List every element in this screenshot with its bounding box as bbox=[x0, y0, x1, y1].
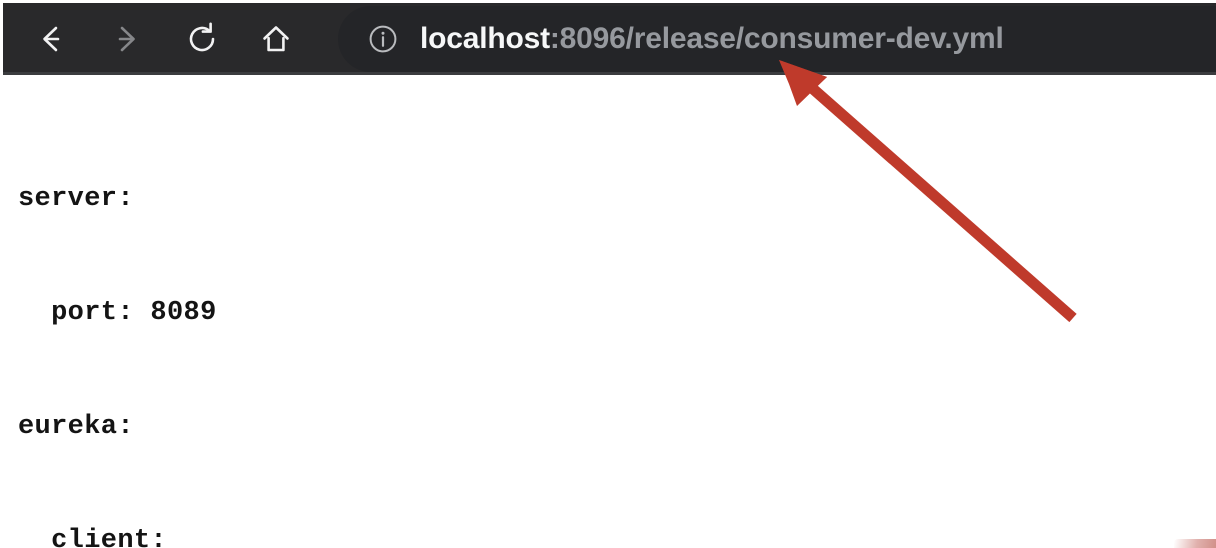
yaml-line: client: bbox=[18, 526, 167, 548]
forward-button[interactable] bbox=[95, 3, 157, 75]
browser-toolbar: localhost:8096/release/consumer-dev.yml bbox=[3, 3, 1216, 75]
yaml-line: port: 8089 bbox=[18, 298, 217, 328]
reload-icon bbox=[184, 21, 220, 57]
back-arrow-icon bbox=[34, 21, 70, 57]
forward-arrow-icon bbox=[108, 21, 144, 57]
yaml-line: eureka: bbox=[18, 412, 134, 442]
back-button[interactable] bbox=[21, 3, 83, 75]
url-path: :8096/release/consumer-dev.yml bbox=[549, 22, 1004, 55]
reload-button[interactable] bbox=[171, 3, 233, 75]
yaml-line: server: bbox=[18, 184, 134, 214]
address-bar-url[interactable]: localhost:8096/release/consumer-dev.yml bbox=[420, 24, 1004, 54]
corner-artifact bbox=[1174, 539, 1216, 548]
browser-window: localhost:8096/release/consumer-dev.yml … bbox=[0, 0, 1216, 548]
yaml-document: server: port: 8089 eureka: client: servi… bbox=[18, 104, 813, 548]
home-button[interactable] bbox=[245, 3, 307, 75]
home-icon bbox=[258, 21, 294, 57]
site-info-icon[interactable] bbox=[368, 24, 398, 54]
address-bar[interactable]: localhost:8096/release/consumer-dev.yml bbox=[338, 6, 1216, 72]
url-host: localhost bbox=[420, 22, 550, 55]
